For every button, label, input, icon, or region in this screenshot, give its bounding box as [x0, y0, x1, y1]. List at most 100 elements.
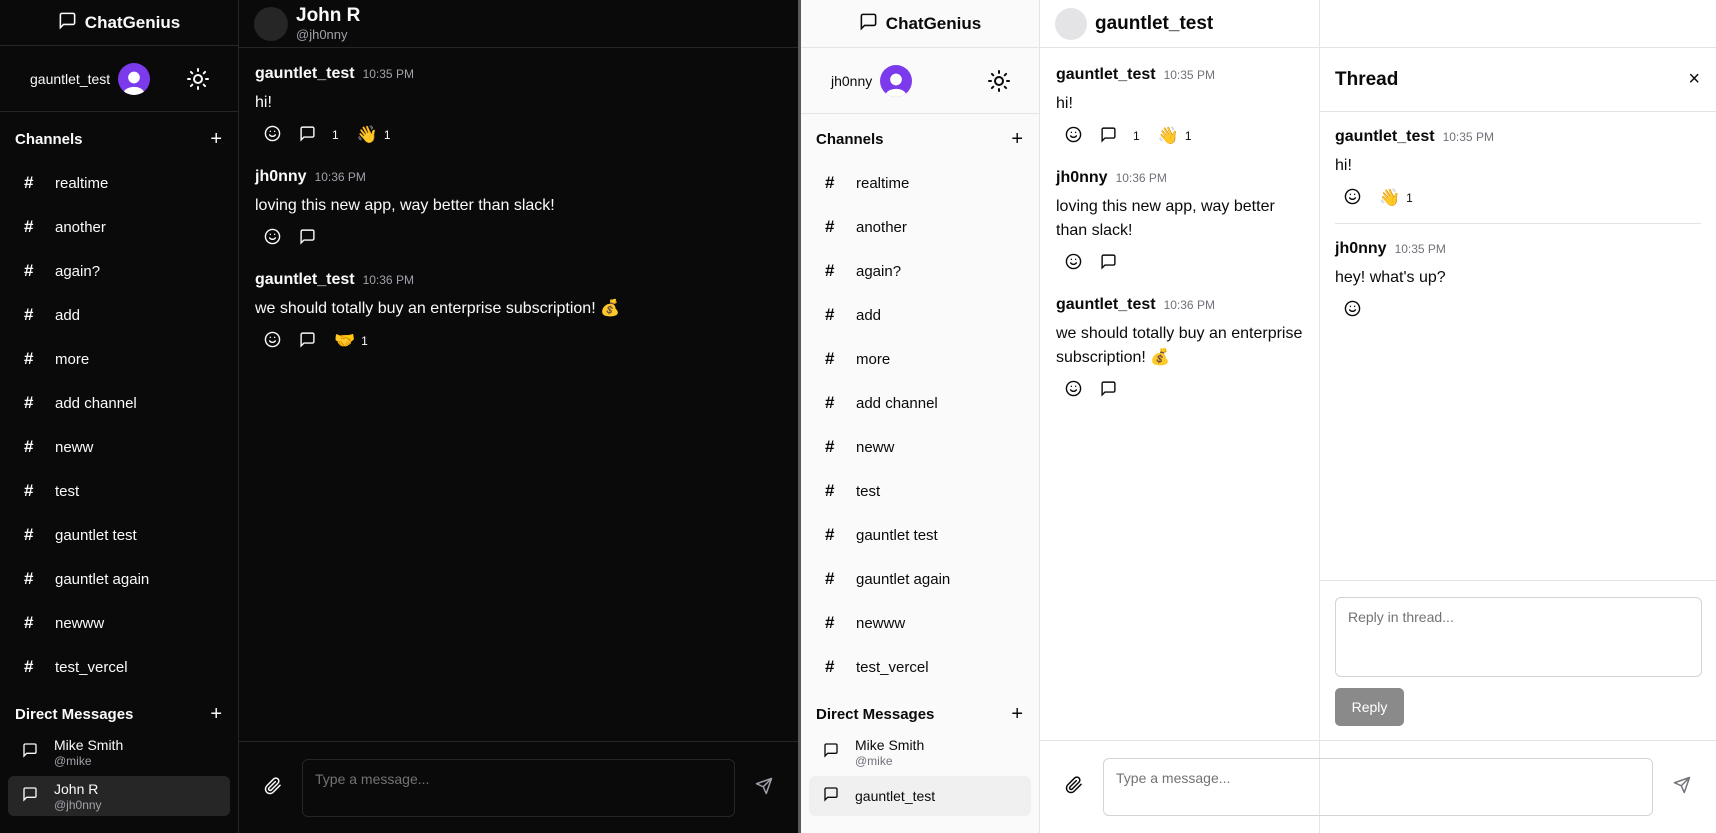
dm-item[interactable]: Mike Smith @mike	[809, 732, 1031, 772]
channel-label: test	[55, 482, 80, 500]
paperclip-icon[interactable]	[1065, 776, 1083, 798]
message-square-icon[interactable]	[299, 331, 316, 352]
avatar[interactable]	[118, 62, 151, 95]
hash-icon: #	[825, 613, 835, 632]
add-channel-icon[interactable]: +	[1011, 129, 1023, 149]
channel-item[interactable]: # test	[0, 469, 238, 513]
dm-name: Mike Smith	[855, 736, 925, 753]
channel-item[interactable]: # gauntlet again	[0, 557, 238, 601]
smile-icon[interactable]	[1065, 380, 1082, 401]
channel-item[interactable]: # more	[801, 337, 1039, 381]
message-author: gauntlet_test	[1056, 66, 1156, 83]
message: jh0nny 10:36 PM loving this new app, way …	[1056, 169, 1303, 274]
app-name: ChatGenius	[84, 12, 181, 32]
channel-item[interactable]: # again?	[0, 249, 238, 293]
channel-item[interactable]: # test_vercel	[801, 645, 1039, 689]
channel-item[interactable]: # realtime	[801, 161, 1039, 205]
channel-item[interactable]: # another	[801, 205, 1039, 249]
channel-label: again?	[55, 262, 101, 280]
dm-item[interactable]: Mike Smith @mike	[8, 732, 230, 772]
dm-item-active[interactable]: gauntlet_test	[809, 776, 1031, 816]
message-author: jh0nny	[1335, 240, 1387, 257]
dm-name: Mike Smith	[54, 736, 124, 753]
reaction-emoji: 👋	[1379, 188, 1401, 207]
message-input[interactable]: Type a message...	[1103, 758, 1653, 816]
channels-header: Channels +	[0, 124, 238, 154]
reaction-badge[interactable]: 👋 1	[1158, 126, 1192, 146]
channel-item[interactable]: # test_vercel	[0, 645, 238, 689]
channel-label: newww	[55, 614, 105, 632]
message-square-icon[interactable]	[1100, 253, 1117, 274]
message: gauntlet_test 10:36 PM we should totally …	[255, 271, 782, 352]
message-actions: 🤝 1	[255, 330, 782, 352]
channel-item[interactable]: # neww	[801, 425, 1039, 469]
channel-item[interactable]: # gauntlet test	[0, 513, 238, 557]
message: jh0nny 10:36 PM loving this new app, way …	[255, 168, 782, 249]
chat-main: John R @jh0nny gauntlet_test 10:35 PM hi!…	[239, 0, 798, 833]
reaction-badge[interactable]: 👋 1	[1379, 188, 1413, 208]
message-actions	[1056, 379, 1303, 401]
hash-icon: #	[24, 393, 34, 412]
reply-count-button[interactable]: 1	[1100, 126, 1140, 146]
channel-item[interactable]: # neww	[0, 425, 238, 469]
dm-name: John R	[54, 780, 99, 797]
thread-title: Thread	[1335, 68, 1399, 90]
channel-label: test	[856, 482, 881, 500]
message-input[interactable]: Type a message...	[302, 758, 735, 817]
message-square-icon[interactable]	[299, 228, 316, 249]
add-channel-icon[interactable]: +	[210, 129, 222, 149]
channel-item[interactable]: # again?	[801, 249, 1039, 293]
smile-icon[interactable]	[1065, 253, 1082, 274]
channel-item[interactable]: # another	[0, 205, 238, 249]
hash-icon: #	[825, 349, 835, 368]
message-actions	[255, 227, 782, 249]
smile-icon[interactable]	[1344, 300, 1361, 321]
hash-icon: #	[825, 525, 835, 544]
chat-bubble-icon	[58, 11, 77, 35]
header-name: John R	[296, 5, 361, 26]
message-square-icon[interactable]	[1100, 380, 1117, 401]
reply-count-button[interactable]: 1	[299, 125, 339, 145]
smile-icon[interactable]	[1344, 188, 1361, 209]
channel-item[interactable]: # newww	[801, 601, 1039, 645]
reaction-badge[interactable]: 👋 1	[357, 125, 391, 145]
sun-icon[interactable]	[186, 67, 210, 91]
dm-item-active[interactable]: John R @jh0nny	[8, 776, 230, 816]
channel-label: gauntlet again	[856, 570, 951, 588]
channel-item[interactable]: # more	[0, 337, 238, 381]
sun-icon[interactable]	[987, 69, 1011, 93]
message-time: 10:36 PM	[362, 273, 414, 287]
close-icon[interactable]: ×	[1688, 68, 1700, 91]
avatar[interactable]	[880, 64, 913, 97]
channel-item[interactable]: # add	[801, 293, 1039, 337]
channel-item[interactable]: # add	[0, 293, 238, 337]
reaction-count: 1	[361, 334, 368, 348]
channel-item[interactable]: # gauntlet test	[801, 513, 1039, 557]
add-dm-icon[interactable]: +	[1011, 704, 1023, 724]
channel-item[interactable]: # gauntlet again	[801, 557, 1039, 601]
smile-icon[interactable]	[264, 125, 281, 146]
light-window: ChatGenius jh0nny Channels + # realtime #…	[801, 0, 1716, 833]
smile-icon[interactable]	[1065, 126, 1082, 147]
channel-item[interactable]: # newww	[0, 601, 238, 645]
channel-label: realtime	[55, 174, 109, 192]
send-icon[interactable]	[755, 777, 773, 799]
channel-label: gauntlet test	[55, 526, 137, 544]
reply-button[interactable]: Reply	[1335, 688, 1404, 726]
channel-item[interactable]: # test	[801, 469, 1039, 513]
paperclip-icon[interactable]	[264, 776, 282, 799]
message-square-icon	[823, 786, 855, 806]
channel-label: test_vercel	[55, 658, 128, 676]
send-icon[interactable]	[1673, 776, 1691, 798]
thread-reply-input[interactable]: Reply in thread...	[1335, 597, 1702, 677]
smile-icon[interactable]	[264, 331, 281, 352]
smile-icon[interactable]	[264, 228, 281, 249]
reaction-badge[interactable]: 🤝 1	[334, 331, 368, 351]
channel-item[interactable]: # add channel	[0, 381, 238, 425]
add-dm-icon[interactable]: +	[210, 704, 222, 724]
channel-item[interactable]: # realtime	[0, 161, 238, 205]
channel-label: add channel	[856, 394, 938, 412]
message-actions: 👋 1	[1335, 187, 1701, 209]
channel-item[interactable]: # add channel	[801, 381, 1039, 425]
message: gauntlet_test 10:36 PM we should totally …	[1056, 296, 1303, 401]
